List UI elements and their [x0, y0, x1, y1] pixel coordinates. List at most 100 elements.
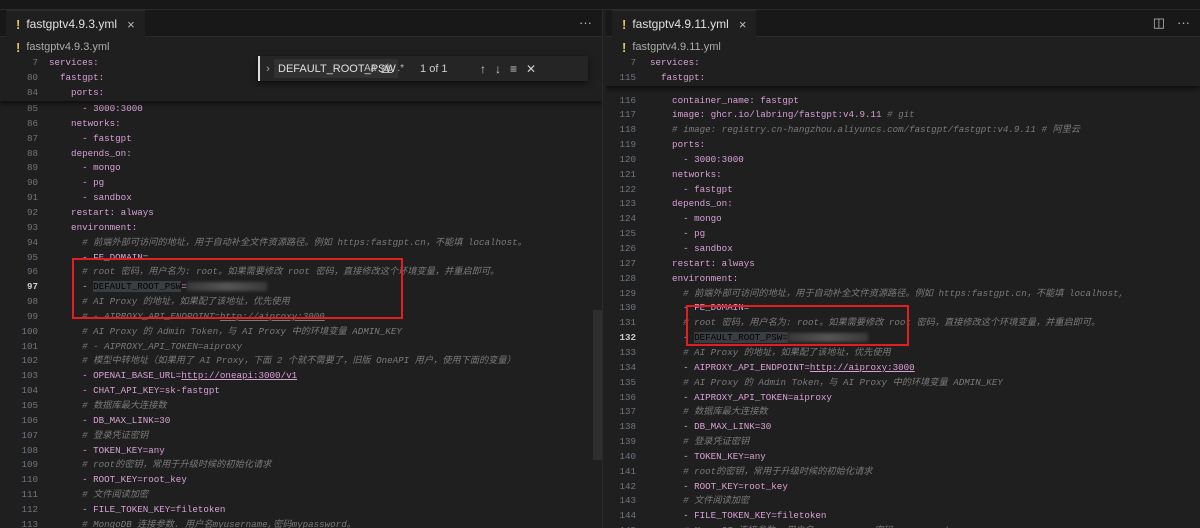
arrow-up-icon[interactable]: ↑ [480, 62, 486, 76]
tab-fastgptv4.9.11[interactable]: ! fastgptv4.9.11.yml × [612, 10, 757, 37]
regex-toggle[interactable]: .* [397, 63, 404, 74]
code-line[interactable]: 107 # 登录凭证密钥 [0, 429, 602, 444]
code-line[interactable]: 88 depends_on: [0, 147, 602, 162]
code-line[interactable]: 137 # 数据库最大连接数 [606, 405, 1200, 420]
code-line[interactable]: 119 ports: [606, 138, 1200, 153]
line-text: container_name: fastgpt [650, 94, 799, 109]
line-text: environment: [650, 272, 738, 287]
code-line[interactable]: 100 # AI Proxy 的 Admin Token，与 AI Proxy … [0, 325, 602, 340]
scrollbar[interactable] [593, 310, 602, 460]
code-token: # AI Proxy 的地址，如果配了该地址，优先使用 [650, 346, 891, 358]
code-line[interactable]: 135 # AI Proxy 的 Admin Token，与 AI Proxy … [606, 376, 1200, 391]
code-line[interactable]: 101 # - AIPROXY_API_TOKEN=aiproxy [0, 340, 602, 355]
code-line[interactable]: 111 # 文件阅读加密 [0, 488, 602, 503]
code-line[interactable]: 90 - pg [0, 176, 602, 191]
code-line[interactable]: 134 - AIPROXY_API_ENDPOINT=http://aiprox… [606, 361, 1200, 376]
line-number: 140 [619, 450, 636, 462]
code-line[interactable]: 94 # 前端外部可访问的地址，用于自动补全文件资源路径。例如 https:fa… [0, 236, 602, 251]
breadcrumb[interactable]: ! fastgptv4.9.11.yml [622, 39, 721, 55]
line-number: 109 [21, 459, 38, 471]
code-line[interactable]: 102 # 模型中转地址（如果用了 AI Proxy，下面 2 个就不需要了，旧… [0, 354, 602, 369]
code-line[interactable]: 125 - pg [606, 227, 1200, 242]
line-number: 95 [26, 251, 38, 263]
highlight-box [72, 258, 403, 319]
breadcrumb-file[interactable]: fastgptv4.9.11.yml [632, 41, 720, 53]
code-line[interactable]: 110 - ROOT_KEY=root_key [0, 473, 602, 488]
tab-fastgptv4.9.3[interactable]: ! fastgptv4.9.3.yml × [6, 10, 145, 37]
code-line[interactable]: 89 - mongo [0, 161, 602, 176]
code-line[interactable]: 133 # AI Proxy 的地址，如果配了该地址，优先使用 [606, 346, 1200, 361]
code-line[interactable]: 86 networks: [0, 117, 602, 132]
code-line[interactable]: 115 fastgpt: [606, 71, 1200, 86]
code-line[interactable]: 118 # image: registry.cn-hangzhou.aliyun… [606, 123, 1200, 138]
code-line[interactable]: 126 - sandbox [606, 242, 1200, 257]
code-line[interactable]: 84 ports: [0, 86, 602, 101]
line-number: 125 [619, 228, 636, 240]
line-text: - TOKEN_KEY=any [650, 450, 766, 465]
code-line[interactable]: 124 - mongo [606, 212, 1200, 227]
code-line[interactable]: 105 # 数据库最大连接数 [0, 399, 602, 414]
breadcrumb-file[interactable]: fastgptv4.9.3.yml [26, 41, 109, 53]
code-line[interactable]: 141 # root的密钥，常用于升级时候的初始化请求 [606, 465, 1200, 480]
code-line[interactable]: 112 - FILE_TOKEN_KEY=filetoken [0, 503, 602, 518]
code-line[interactable]: 145 # MongoDB 连接参数. 用户名myusername,密码mypa… [606, 524, 1200, 528]
code-line[interactable]: 87 - fastgpt [0, 132, 602, 147]
code-token: # root的密钥，常用于升级时候的初始化请求 [49, 459, 272, 471]
code-line[interactable]: 93 environment: [0, 221, 602, 236]
arrow-down-icon[interactable]: ↓ [495, 62, 501, 76]
whole-word-toggle[interactable]: ab [381, 63, 392, 74]
code-token: - fastgpt [49, 132, 132, 144]
code-line[interactable]: 136 - AIPROXY_API_TOKEN=aiproxy [606, 391, 1200, 406]
code-line[interactable]: 122 - fastgpt [606, 183, 1200, 198]
code-line[interactable]: 103 - OPENAI_BASE_URL=http://oneapi:3000… [0, 369, 602, 384]
code-line[interactable]: 116 container_name: fastgpt [606, 94, 1200, 109]
code-line[interactable]: 143 # 文件阅读加密 [606, 494, 1200, 509]
code-line[interactable]: 104 - CHAT_API_KEY=sk-fastgpt [0, 384, 602, 399]
match-case-toggle[interactable]: Aa [364, 63, 376, 74]
code-token: # 登录凭证密钥 [650, 436, 750, 448]
code-line[interactable]: 91 - sandbox [0, 191, 602, 206]
line-number: 130 [619, 302, 636, 314]
code-line[interactable]: 129 # 前端外部可访问的地址，用于自动补全文件资源路径。例如 https:f… [606, 287, 1200, 302]
line-text: networks: [49, 117, 121, 132]
code-line[interactable]: 139 # 登录凭证密钥 [606, 435, 1200, 450]
code-line[interactable]: 85 - 3000:3000 [0, 102, 602, 117]
code-line[interactable]: 138 - DB_MAX_LINK=30 [606, 420, 1200, 435]
code-line[interactable]: 7 services: [606, 56, 1200, 71]
code-token: - mongo [49, 162, 121, 174]
split-editor-icon[interactable]: ◫ [1153, 15, 1165, 31]
close-tab-icon[interactable]: × [739, 17, 747, 32]
code-token: - AIPROXY_API_ENDPOINT= [650, 361, 810, 373]
more-actions-icon[interactable]: ··· [1177, 15, 1190, 31]
code-line[interactable]: 108 - TOKEN_KEY=any [0, 444, 602, 459]
code-line[interactable]: 128 environment: [606, 272, 1200, 287]
breadcrumb[interactable]: ! fastgptv4.9.3.yml [16, 39, 110, 55]
code-line[interactable]: 123 depends_on: [606, 197, 1200, 212]
code-line[interactable]: 120 - 3000:3000 [606, 153, 1200, 168]
code-token: # MongoDB 连接参数. 用户名myusername,密码mypasswo… [49, 518, 356, 528]
code-token: - DB_MAX_LINK=30 [650, 421, 772, 433]
line-text: # image: registry.cn-hangzhou.aliyuncs.c… [650, 123, 1080, 138]
close-icon[interactable]: ✕ [526, 62, 536, 76]
line-text: # 登录凭证密钥 [650, 435, 749, 450]
code-line[interactable]: 121 networks: [606, 168, 1200, 183]
code-line[interactable]: 113 # MongoDB 连接参数. 用户名myusername,密码mypa… [0, 518, 602, 528]
line-text: - FILE_TOKEN_KEY=filetoken [650, 509, 826, 524]
code-token: services: [650, 57, 700, 68]
code-editor[interactable]: 116 container_name: fastgpt 117 image: gh… [606, 56, 1200, 528]
sticky-scroll-header[interactable]: 7 services: 115 fastgpt: [606, 56, 1200, 86]
line-number: 91 [26, 192, 38, 204]
code-line[interactable]: 142 - ROOT_KEY=root_key [606, 480, 1200, 495]
toggle-replace-icon[interactable]: › [262, 63, 274, 75]
code-line[interactable]: 127 restart: always [606, 257, 1200, 272]
code-line[interactable]: 140 - TOKEN_KEY=any [606, 450, 1200, 465]
code-line[interactable]: 92 restart: always [0, 206, 602, 221]
code-line[interactable]: 144 - FILE_TOKEN_KEY=filetoken [606, 509, 1200, 524]
more-actions-icon[interactable]: ··· [579, 15, 592, 30]
code-line[interactable]: 117 image: ghcr.io/labring/fastgpt:v4.9.… [606, 108, 1200, 123]
close-tab-icon[interactable]: × [127, 17, 135, 32]
line-number: 121 [619, 168, 636, 180]
code-line[interactable]: 109 # root的密钥，常用于升级时候的初始化请求 [0, 458, 602, 473]
code-line[interactable]: 106 - DB_MAX_LINK=30 [0, 414, 602, 429]
find-in-selection-icon[interactable]: ≡ [510, 62, 517, 76]
